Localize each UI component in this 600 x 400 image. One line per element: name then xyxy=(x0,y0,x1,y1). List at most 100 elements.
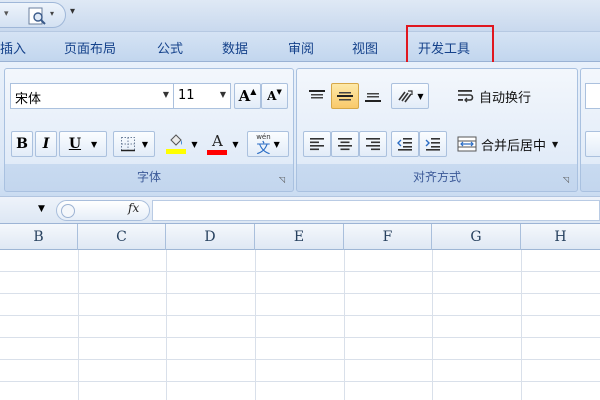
chevron-down-icon[interactable]: ▼ xyxy=(191,140,197,149)
chevron-down-icon[interactable]: ▼ xyxy=(142,140,148,149)
chevron-down-icon[interactable]: ▼ xyxy=(220,90,226,99)
name-box-dropdown-icon[interactable]: ▼ xyxy=(38,204,45,214)
grid-line xyxy=(255,250,256,400)
fill-color-swatch xyxy=(166,149,187,154)
column-header-f[interactable]: F xyxy=(344,224,432,250)
decrease-indent-button[interactable] xyxy=(391,131,419,157)
quick-access-toolbar: ▾ ▾ xyxy=(0,2,66,28)
grid-line xyxy=(78,250,79,400)
phonetic-guide-button[interactable]: wén 文 ▼ xyxy=(247,131,289,157)
align-left-icon xyxy=(310,138,324,151)
column-header-d[interactable]: D xyxy=(166,224,255,250)
tab-review[interactable]: 审阅 xyxy=(288,38,314,57)
chevron-down-icon[interactable]: ▼ xyxy=(232,140,238,149)
tab-page-layout[interactable]: 页面布局 xyxy=(64,38,116,57)
underline-icon: U xyxy=(68,136,82,152)
cell-grid[interactable] xyxy=(0,250,600,400)
font-name-combo[interactable]: 宋体 ▼ xyxy=(10,83,174,109)
column-header-c[interactable]: C xyxy=(78,224,166,250)
phonetic-icon: wén 文 xyxy=(256,132,270,156)
font-group-label: 字体 xyxy=(136,170,161,184)
fill-color-icon xyxy=(166,134,187,154)
ribbon-panel: 宋体 ▼ 11 ▼ A ▲ A ▼ B I U ▼ ▼ ▼ A ▼ wén 文 … xyxy=(0,62,600,196)
chevron-down-icon[interactable]: ▼ xyxy=(552,140,558,149)
grow-arrow-icon: ▲ xyxy=(250,87,257,96)
formula-input[interactable] xyxy=(152,200,600,221)
column-header-h[interactable]: H xyxy=(521,224,600,250)
increase-indent-button[interactable] xyxy=(419,131,447,157)
align-top-icon xyxy=(309,90,325,99)
tab-data[interactable]: 数据 xyxy=(222,38,248,57)
underline-button[interactable]: U ▼ xyxy=(59,131,107,157)
tab-insert[interactable]: 插入 xyxy=(0,38,26,57)
font-size-value: 11 xyxy=(178,88,195,103)
merge-center-button[interactable]: 合并后居中 ▼ xyxy=(457,131,558,157)
align-right-icon xyxy=(366,138,380,151)
column-header-g[interactable]: G xyxy=(432,224,521,250)
merge-center-label: 合并后居中 xyxy=(481,138,547,154)
align-right-button[interactable] xyxy=(359,131,387,157)
borders-button[interactable]: ▼ xyxy=(113,131,155,157)
wrap-text-label: 自动换行 xyxy=(479,90,532,106)
grid-line xyxy=(0,359,600,360)
customize-qat-button[interactable]: ▾ xyxy=(70,6,75,17)
paint-bucket-icon xyxy=(170,134,183,146)
grid-line xyxy=(166,250,167,400)
grow-font-button[interactable]: A ▲ xyxy=(234,83,261,109)
decrease-indent-icon xyxy=(397,138,412,151)
number-format-button[interactable] xyxy=(585,131,600,157)
qat-dropdown-caret-icon[interactable]: ▾ xyxy=(4,9,9,19)
align-top-button[interactable] xyxy=(303,83,331,109)
italic-button[interactable]: I xyxy=(35,131,57,157)
wrap-text-button[interactable]: 自动换行 xyxy=(457,83,531,109)
grid-line xyxy=(0,271,600,272)
chevron-down-icon[interactable]: ▼ xyxy=(163,90,169,99)
italic-icon: I xyxy=(42,136,50,152)
grid-line xyxy=(521,250,522,400)
grid-line xyxy=(0,337,600,338)
print-preview-icon[interactable] xyxy=(26,6,48,26)
wrap-text-icon xyxy=(458,90,474,103)
align-center-button[interactable] xyxy=(331,131,359,157)
align-bottom-icon xyxy=(365,93,381,102)
chevron-down-icon[interactable]: ▼ xyxy=(274,140,280,149)
dialog-launcher-icon[interactable]: ◹ xyxy=(563,175,573,185)
align-center-icon xyxy=(338,138,352,151)
tab-formulas[interactable]: 公式 xyxy=(157,38,183,57)
number-format-combo[interactable] xyxy=(585,83,600,109)
shrink-arrow-icon: ▼ xyxy=(276,88,282,96)
column-header-e[interactable]: E xyxy=(255,224,344,250)
column-header-b[interactable]: B xyxy=(0,224,78,250)
grid-line xyxy=(0,293,600,294)
align-middle-button[interactable] xyxy=(331,83,359,109)
qat-icon-dropdown-icon[interactable]: ▾ xyxy=(50,9,54,18)
grid-line xyxy=(344,250,345,400)
grid-line xyxy=(432,250,433,400)
borders-icon xyxy=(120,137,135,152)
chevron-down-icon[interactable]: ▼ xyxy=(91,140,97,149)
bold-button[interactable]: B xyxy=(11,131,33,157)
expand-formula-icon[interactable] xyxy=(61,204,75,218)
shrink-font-icon: A xyxy=(267,89,277,103)
insert-function-button[interactable]: fx xyxy=(128,201,139,215)
chevron-down-icon[interactable]: ▼ xyxy=(417,92,423,101)
dialog-launcher-icon[interactable]: ◹ xyxy=(279,175,289,185)
font-name-value: 宋体 xyxy=(15,92,42,107)
shrink-font-button[interactable]: A ▼ xyxy=(261,83,288,109)
phonetic-char: 文 xyxy=(256,141,271,157)
alignment-group: ▼ 自动换行 合并后居中 ▼ 对齐方式 ◹ xyxy=(296,68,578,192)
fill-color-button[interactable]: ▼ xyxy=(161,131,203,157)
grid-line xyxy=(0,315,600,316)
formula-bar: ▼ fx xyxy=(0,196,600,224)
align-middle-icon xyxy=(337,92,353,101)
font-color-button[interactable]: A ▼ xyxy=(203,131,243,157)
alignment-group-label: 对齐方式 xyxy=(412,170,461,184)
text-orientation-icon xyxy=(398,90,414,103)
tab-view[interactable]: 视图 xyxy=(352,38,378,57)
align-bottom-button[interactable] xyxy=(359,83,387,109)
grid-line xyxy=(0,381,600,382)
bold-icon: B xyxy=(16,136,28,152)
font-size-combo[interactable]: 11 ▼ xyxy=(173,83,231,109)
orientation-button[interactable]: ▼ xyxy=(391,83,429,109)
align-left-button[interactable] xyxy=(303,131,331,157)
